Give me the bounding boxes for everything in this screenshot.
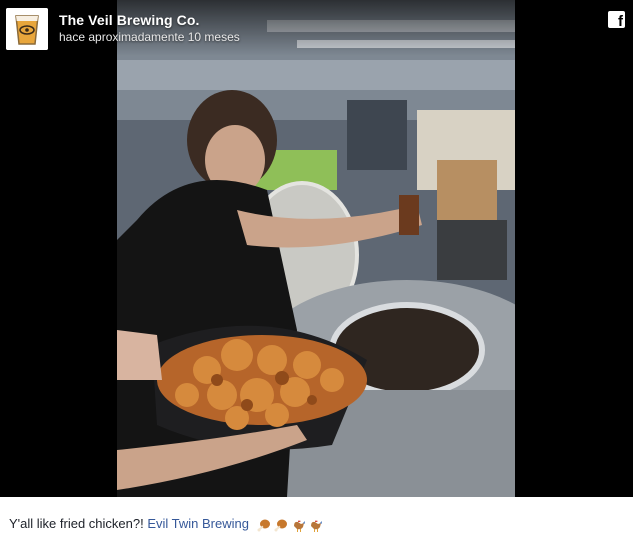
- poultry-leg-icon: [274, 519, 288, 532]
- facebook-icon[interactable]: f: [608, 11, 625, 28]
- mention-link[interactable]: Evil Twin Brewing: [147, 516, 249, 531]
- poultry-leg-icon: [257, 519, 270, 532]
- page-avatar[interactable]: [6, 8, 48, 50]
- emoji-row: [257, 517, 324, 533]
- beer-glass-logo-icon: [6, 8, 48, 50]
- rooster-icon: [311, 520, 323, 533]
- post-media[interactable]: The Veil Brewing Co. hace aproximadament…: [0, 0, 633, 497]
- page-name-link[interactable]: The Veil Brewing Co.: [59, 12, 199, 28]
- post-header: The Veil Brewing Co. hace aproximadament…: [0, 0, 633, 56]
- post-photo[interactable]: [117, 0, 515, 497]
- rooster-icon: [293, 520, 305, 533]
- post-timestamp[interactable]: hace aproximadamente 10 meses: [59, 30, 240, 44]
- post-caption: Y'all like fried chicken?! Evil Twin Bre…: [9, 516, 324, 533]
- caption-text: Y'all like fried chicken?!: [9, 516, 148, 531]
- embedded-facebook-post: The Veil Brewing Co. hace aproximadament…: [0, 0, 633, 542]
